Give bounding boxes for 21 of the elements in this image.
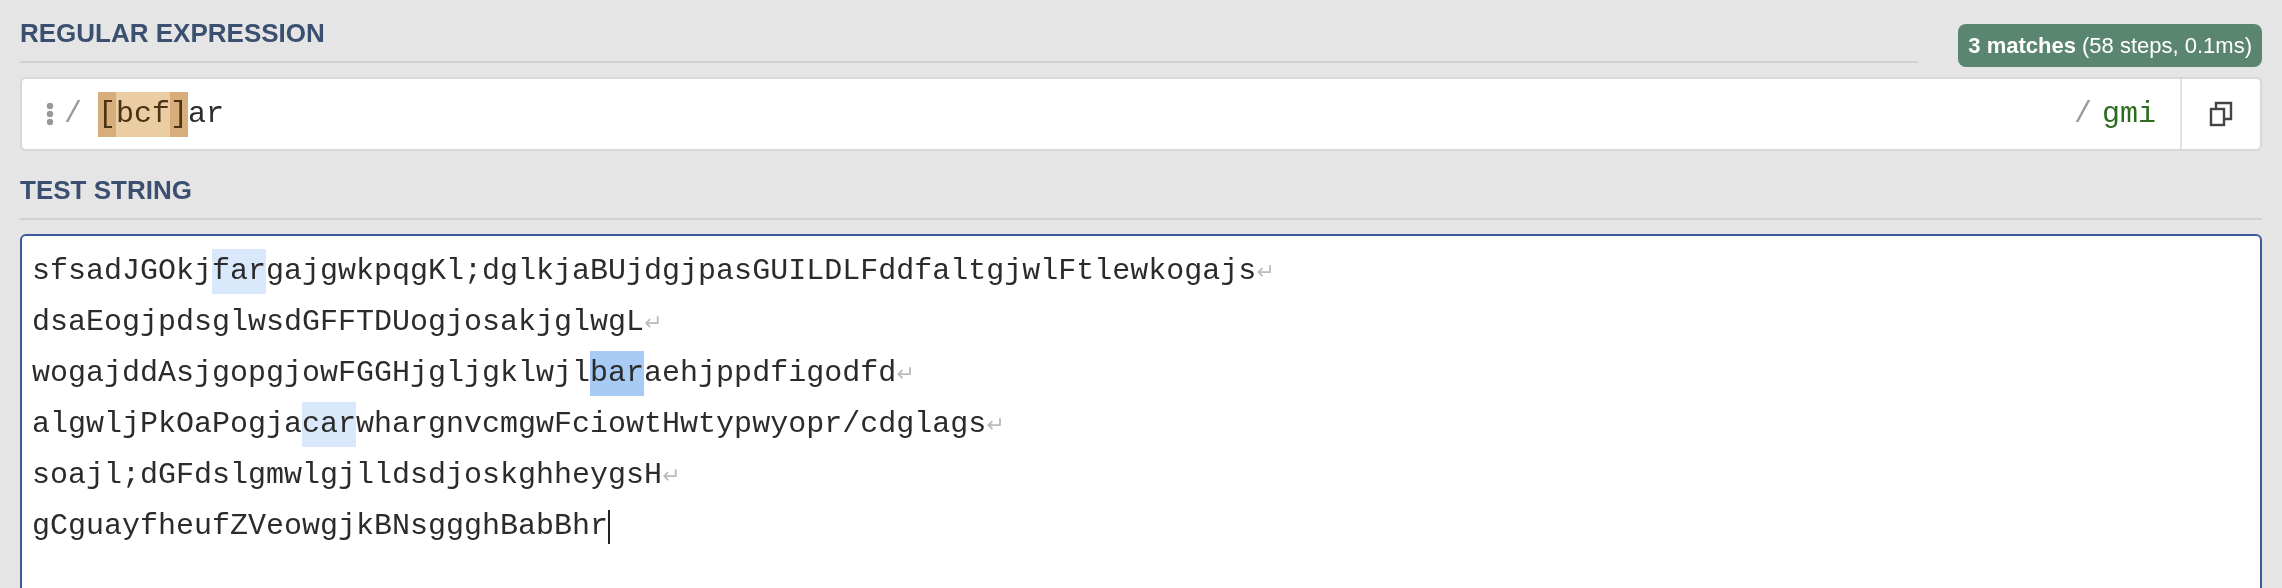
test-string-editor[interactable] xyxy=(20,234,2262,588)
newline-marker: ↵ xyxy=(986,411,1005,439)
newline-marker: ↵ xyxy=(1256,258,1275,286)
newline-marker: ↵ xyxy=(662,462,681,490)
section-heading: REGULAR EXPRESSION xyxy=(20,18,325,48)
newline-marker: ↵ xyxy=(896,360,915,388)
text-line: algwljPkOaPogja xyxy=(32,406,303,443)
text-line: aehjppdfigodfd xyxy=(644,355,897,392)
match-highlight: car xyxy=(302,402,357,447)
text-line: gCguayfheufZVeowgjkBNsggghBabBhr xyxy=(32,508,609,545)
newline-marker: ↵ xyxy=(644,309,663,337)
text-line: sfsadJGOkj xyxy=(32,253,213,290)
text-line: dsaEogjpdsglwsdGFFTDUogjosakjglwgL xyxy=(32,304,645,341)
text-line: gajgwkpqgKl;dglkjaBUjdgjpasGUILDLFddfaltgjwlFtlewkogajs xyxy=(266,253,1257,290)
text-line: wogajddAsjgopgjowFGGHjgljgklwjl xyxy=(32,355,591,392)
text-line: whargnvcmgwFciowtHwtypwyopr/cdglags xyxy=(356,406,987,443)
match-info-badge: 3 matches (58 steps, 0.1ms) xyxy=(1958,24,2262,67)
text-line: soajl;dGFdslgmwlgjlldsdjoskghheygsH xyxy=(32,457,663,494)
match-highlight: bar xyxy=(590,351,645,396)
match-highlight: far xyxy=(212,249,267,294)
section-heading: TEST STRING xyxy=(20,175,192,205)
